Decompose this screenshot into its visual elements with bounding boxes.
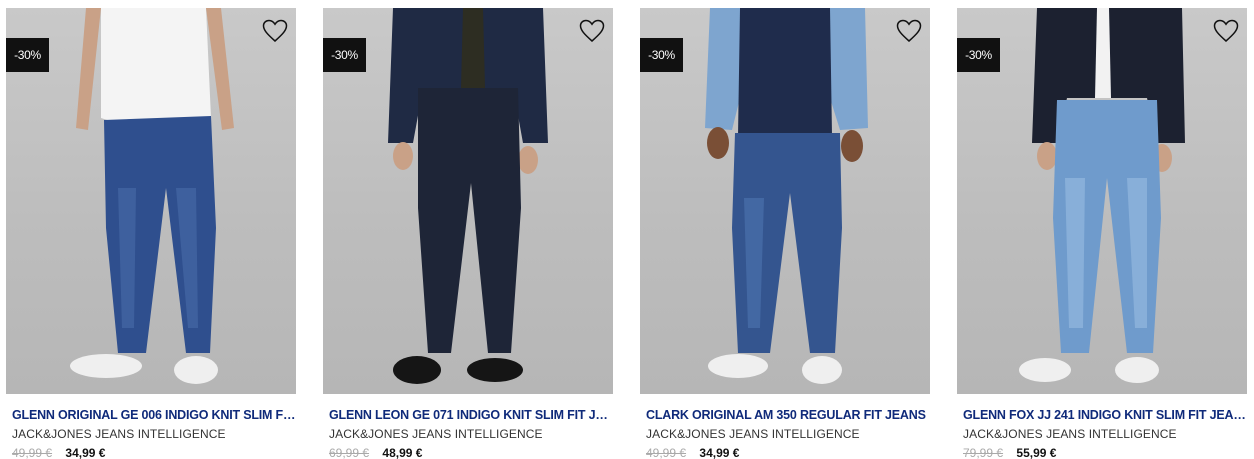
old-price: 49,99 €: [12, 446, 53, 459]
price-row: 69,99 € 48,99 €: [329, 446, 613, 459]
discount-badge: -30%: [957, 38, 1000, 72]
model-photo: [1019, 8, 1185, 383]
old-price: 79,99 €: [963, 446, 1004, 459]
product-card[interactable]: -30% GLENN FOX JJ 241 INDIGO KNIT SLIM F…: [957, 8, 1247, 459]
product-title[interactable]: GLENN LEON GE 071 INDIGO KNIT SLIM FIT J…: [329, 408, 613, 422]
sale-price: 34,99 €: [699, 446, 740, 459]
product-title[interactable]: GLENN ORIGINAL GE 006 INDIGO KNIT SLIM F…: [12, 408, 296, 422]
product-brand: JACK&JONES JEANS INTELLIGENCE: [963, 427, 1177, 441]
heart-outline-icon[interactable]: [262, 19, 288, 43]
sale-price: 55,99 €: [1016, 446, 1057, 459]
model-photo: [70, 8, 234, 384]
product-image[interactable]: -30%: [6, 8, 296, 394]
product-image[interactable]: -30%: [323, 8, 613, 394]
price-row: 49,99 € 34,99 €: [646, 446, 930, 459]
old-price: 69,99 €: [329, 446, 370, 459]
price-row: 79,99 € 55,99 €: [963, 446, 1247, 459]
heart-outline-icon[interactable]: [896, 19, 922, 43]
product-card[interactable]: -30% CLARK ORIGINAL AM 350 REGULAR FIT J…: [640, 8, 930, 459]
model-photo: [705, 8, 868, 384]
product-card[interactable]: -30% GLENN ORIGINAL GE 006 INDIGO KNIT S…: [6, 8, 296, 459]
sale-price: 34,99 €: [65, 446, 106, 459]
product-card[interactable]: -30% GLENN LEON GE 071 INDIGO KNIT SLIM …: [323, 8, 613, 459]
heart-outline-icon[interactable]: [579, 19, 605, 43]
product-image[interactable]: -30%: [640, 8, 930, 394]
product-brand: JACK&JONES JEANS INTELLIGENCE: [12, 427, 226, 441]
discount-badge: -30%: [6, 38, 49, 72]
product-image[interactable]: -30%: [957, 8, 1247, 394]
heart-outline-icon[interactable]: [1213, 19, 1239, 43]
product-title[interactable]: GLENN FOX JJ 241 INDIGO KNIT SLIM FIT JE…: [963, 408, 1247, 422]
product-brand: JACK&JONES JEANS INTELLIGENCE: [329, 427, 543, 441]
product-title[interactable]: CLARK ORIGINAL AM 350 REGULAR FIT JEANS: [646, 408, 930, 422]
product-brand: JACK&JONES JEANS INTELLIGENCE: [646, 427, 860, 441]
model-photo: [388, 8, 548, 384]
price-row: 49,99 € 34,99 €: [12, 446, 296, 459]
product-grid: -30% GLENN ORIGINAL GE 006 INDIGO KNIT S…: [0, 0, 1254, 459]
sale-price: 48,99 €: [382, 446, 423, 459]
old-price: 49,99 €: [646, 446, 687, 459]
discount-badge: -30%: [323, 38, 366, 72]
discount-badge: -30%: [640, 38, 683, 72]
